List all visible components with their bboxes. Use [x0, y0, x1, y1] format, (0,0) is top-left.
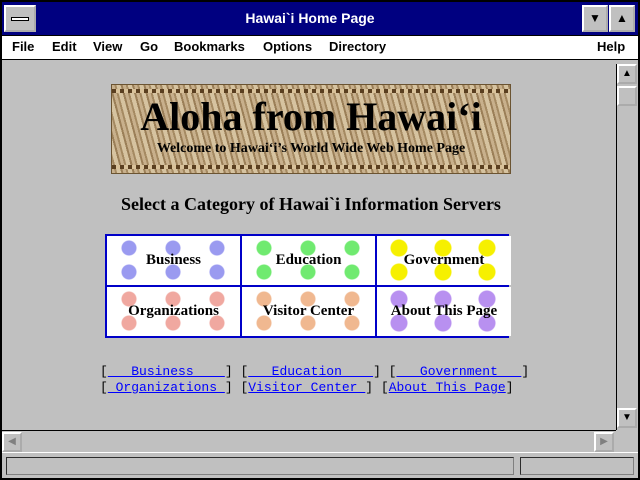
scroll-down-button[interactable]: ▼ — [617, 408, 637, 428]
category-label: Visitor Center — [262, 303, 355, 319]
scroll-right-button[interactable]: ▶ — [594, 432, 614, 452]
minimize-button[interactable]: ▼ — [582, 5, 608, 32]
menu-view[interactable]: View — [93, 39, 122, 54]
browser-window: Hawai`i Home Page ▼ ▲ File Edit View Go … — [0, 0, 640, 480]
maximize-button[interactable]: ▲ — [609, 5, 635, 32]
link-visitor-center[interactable]: Visitor Center — [248, 380, 365, 395]
link-government[interactable]: Government — [396, 364, 521, 379]
category-visitor-center[interactable]: Visitor Center — [242, 287, 375, 336]
status-bar — [2, 452, 638, 478]
window-title: Hawai`i Home Page — [245, 10, 375, 26]
system-menu-icon — [11, 17, 29, 21]
scroll-thumb[interactable] — [617, 86, 637, 106]
progress-field — [520, 457, 634, 475]
category-label: Education — [275, 252, 342, 268]
scroll-left-button[interactable]: ◀ — [2, 432, 22, 452]
category-business[interactable]: Business — [107, 236, 240, 285]
menu-file[interactable]: File — [12, 39, 34, 54]
category-organizations[interactable]: Organizations — [107, 287, 240, 336]
scroll-up-button[interactable]: ▲ — [617, 64, 637, 84]
text-links: [ Business ] [ Education ] [ Government … — [100, 364, 529, 396]
page-heading: Select a Category of Hawai`i Information… — [121, 194, 501, 214]
scrollbar-corner — [616, 430, 638, 452]
menu-directory[interactable]: Directory — [329, 39, 386, 54]
menu-edit[interactable]: Edit — [52, 39, 77, 54]
link-organizations[interactable]: Organizations — [108, 380, 225, 395]
link-business[interactable]: Business — [108, 364, 225, 379]
category-label: Business — [145, 252, 202, 268]
category-label: Government — [403, 252, 485, 268]
link-education[interactable]: Education — [248, 364, 373, 379]
category-government[interactable]: Government — [377, 236, 511, 285]
banner-image: Aloha from Hawai‘i Welcome to Hawai‘i’s … — [111, 84, 511, 174]
category-label: About This Page — [390, 303, 498, 319]
link-about-this-page[interactable]: About This Page — [389, 380, 506, 395]
banner-subtitle: Welcome to Hawai‘i’s World Wide Web Home… — [156, 141, 466, 156]
vertical-scrollbar[interactable]: ▲ ▼ — [616, 64, 638, 430]
category-about-this-page[interactable]: About This Page — [377, 287, 511, 336]
menu-go[interactable]: Go — [140, 39, 158, 54]
text-links-row: [ Business ] [ Education ] [ Government … — [100, 364, 530, 379]
menu-bookmarks[interactable]: Bookmarks — [174, 39, 245, 54]
category-label: Organizations — [128, 303, 219, 319]
status-text-field — [6, 457, 514, 475]
text-links-row: [ Organizations ] [Visitor Center ] [Abo… — [100, 380, 514, 395]
banner-border-bottom — [112, 165, 510, 169]
horizontal-scrollbar[interactable]: ◀ ▶ — [2, 430, 616, 452]
menu-help[interactable]: Help — [597, 39, 625, 54]
title-bar: Hawai`i Home Page ▼ ▲ — [2, 2, 638, 36]
system-menu-button[interactable] — [4, 5, 36, 32]
category-education[interactable]: Education — [242, 236, 375, 285]
page-content: Aloha from Hawai‘i Welcome to Hawai‘i’s … — [6, 64, 616, 430]
menu-bar: File Edit View Go Bookmarks Options Dire… — [2, 36, 638, 60]
category-image-map: Business Education Government Organizati… — [105, 234, 511, 338]
banner-title: Aloha from Hawai‘i — [140, 94, 482, 139]
menu-options[interactable]: Options — [263, 39, 312, 54]
